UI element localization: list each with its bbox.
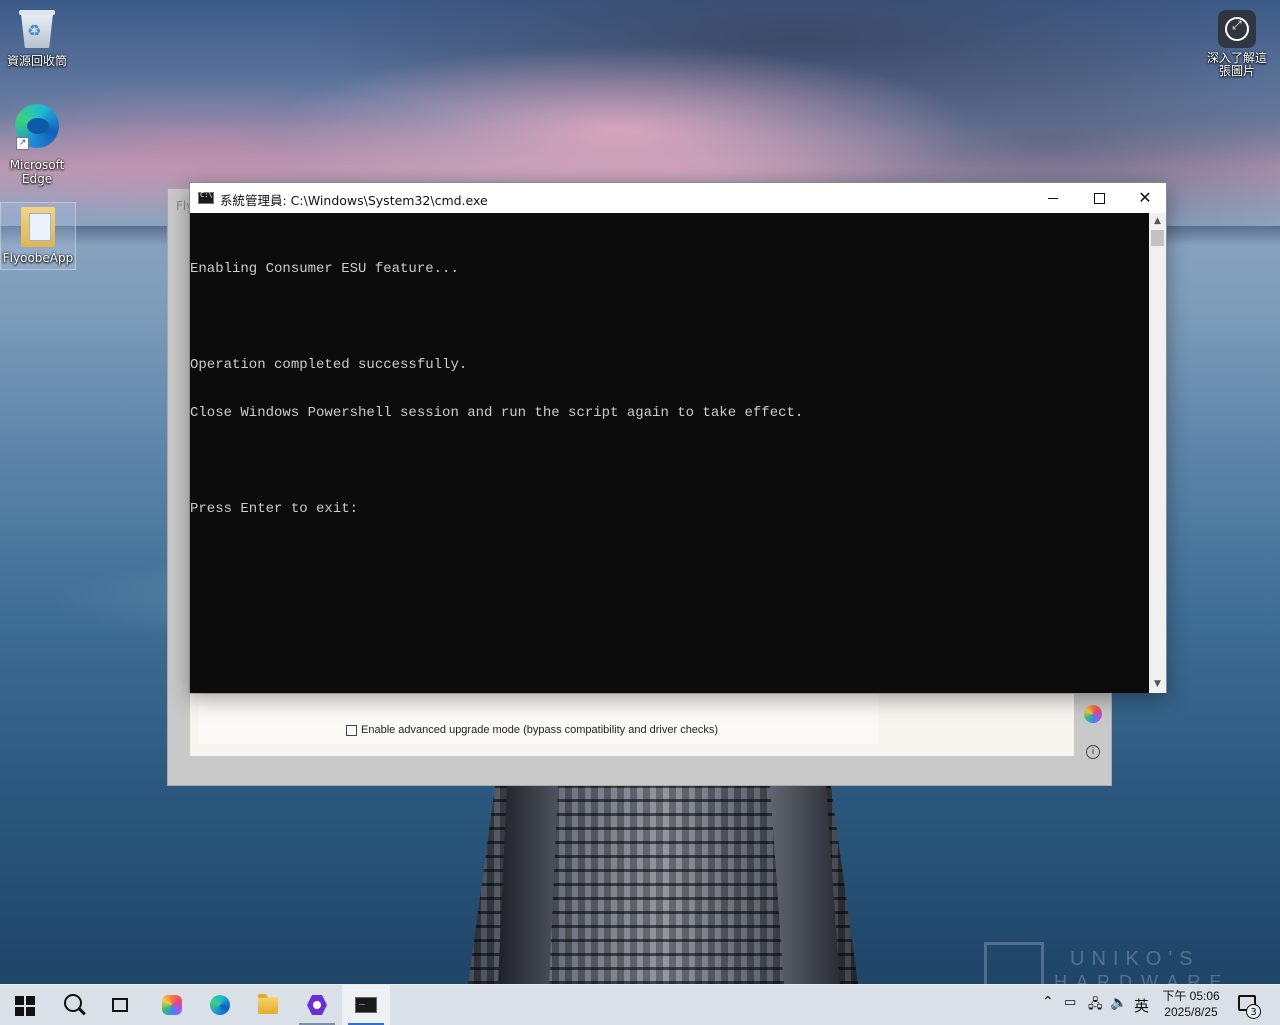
terminal-icon — [355, 994, 377, 1013]
advanced-upgrade-option[interactable]: Enable advanced upgrade mode (bypass com… — [346, 724, 718, 736]
app-purple-icon — [307, 995, 327, 1015]
scroll-up-icon[interactable]: ▲ — [1149, 213, 1166, 230]
minimize-icon — [1048, 197, 1058, 199]
taskbar: ⌃ ▭ 🖧 🔈 英 下午 05:06 2025/8/25 3 — [0, 984, 1280, 1025]
task-view-button[interactable] — [96, 985, 144, 1025]
watermark: UNIKO'S HARDWARE — [984, 942, 1224, 984]
start-button[interactable] — [0, 985, 48, 1025]
desktop-icon-recycle-bin[interactable]: ♻ 資源回收筒 — [0, 10, 74, 68]
console-scrollbar[interactable]: ▲ ▼ — [1149, 213, 1166, 693]
show-hidden-icons-chevron-icon[interactable]: ⌃ — [1042, 994, 1054, 1010]
maximize-button[interactable] — [1076, 183, 1122, 213]
task-view-icon — [112, 998, 128, 1012]
copilot-icon[interactable] — [1084, 705, 1102, 723]
clock[interactable]: 下午 05:06 2025/8/25 — [1158, 988, 1224, 1020]
taskbar-file-explorer[interactable] — [244, 985, 292, 1025]
taskbar-purple-app[interactable] — [293, 985, 341, 1025]
search-button[interactable] — [48, 985, 96, 1025]
minimize-button[interactable] — [1030, 183, 1076, 213]
watermark-line2: HARDWARE — [1054, 972, 1231, 984]
console-lines: Enabling Consumer ESU feature... Operati… — [190, 229, 803, 549]
clock-time: 下午 05:06 — [1162, 989, 1220, 1003]
console-line: Press Enter to exit: — [190, 501, 359, 517]
shortcut-arrow-icon: ↗ — [16, 137, 29, 150]
console-line: Enabling Consumer ESU feature... — [190, 261, 459, 277]
pier-rail-left — [498, 785, 558, 984]
copilot-icon — [162, 995, 182, 1015]
taskbar-copilot[interactable] — [148, 985, 196, 1025]
desktop-icon-label: Microsoft Edge — [9, 158, 65, 186]
edge-icon — [210, 995, 230, 1015]
cmd-app-icon — [198, 191, 214, 204]
scroll-down-icon[interactable]: ▼ — [1149, 676, 1166, 693]
watermark-line1: UNIKO'S — [1070, 948, 1200, 970]
desktop-icon-label: 資源回收筒 — [6, 54, 67, 68]
recycle-bin-icon: ♻ — [17, 10, 57, 50]
folder-icon — [18, 207, 58, 247]
flyoobe-options-panel: Enable advanced upgrade mode (bypass com… — [190, 694, 1074, 756]
console-line: Operation completed successfully. — [190, 357, 468, 373]
cmd-window-title: 系統管理員: C:\Windows\System32\cmd.exe — [220, 193, 488, 208]
close-button[interactable]: ✕ — [1122, 183, 1168, 213]
notification-count-badge: 3 — [1246, 1004, 1261, 1019]
maximize-icon — [1093, 192, 1105, 204]
ime-indicator[interactable]: 英 — [1134, 995, 1149, 1016]
taskbar-terminal[interactable] — [342, 985, 390, 1025]
options-strip — [198, 694, 878, 744]
desktop-icon-edge[interactable]: ↗ Microsoft Edge — [0, 104, 74, 186]
file-explorer-icon — [258, 994, 278, 1014]
cmd-window[interactable]: 系統管理員: C:\Windows\System32\cmd.exe ✕ Ena… — [189, 182, 1167, 693]
close-icon: ✕ — [1138, 188, 1152, 207]
start-icon — [15, 996, 35, 1016]
taskbar-edge[interactable] — [196, 985, 244, 1025]
info-icon[interactable]: i — [1086, 745, 1100, 759]
scroll-thumb[interactable] — [1151, 230, 1164, 246]
spotlight-label: 深入了解這張圖片 — [1206, 51, 1267, 78]
cmd-titlebar[interactable]: 系統管理員: C:\Windows\System32\cmd.exe ✕ — [190, 183, 1166, 213]
learn-about-picture-icon: ⤢ — [1218, 10, 1256, 48]
desktop-icon-label: FlyoobeApp — [2, 251, 74, 265]
desktop-icon-flyoobeapp[interactable]: FlyoobeApp — [0, 202, 76, 270]
network-icon[interactable]: 🖧 — [1088, 995, 1103, 1017]
search-icon — [64, 994, 82, 1012]
desktop-icon-spotlight[interactable]: ⤢ 深入了解這張圖片 — [1200, 10, 1274, 78]
clock-date: 2025/8/25 — [1164, 1005, 1218, 1019]
advanced-upgrade-label: Enable advanced upgrade mode (bypass com… — [361, 724, 719, 736]
console-line: Close Windows Powershell session and run… — [190, 405, 804, 421]
camera-icon[interactable]: ▭ — [1064, 995, 1076, 1010]
edge-icon: ↗ — [14, 104, 60, 150]
volume-icon[interactable]: 🔈 — [1110, 995, 1127, 1011]
console-output[interactable]: Enabling Consumer ESU feature... Operati… — [190, 213, 1149, 693]
watermark-logo — [984, 942, 1044, 984]
advanced-upgrade-checkbox[interactable] — [346, 724, 357, 736]
